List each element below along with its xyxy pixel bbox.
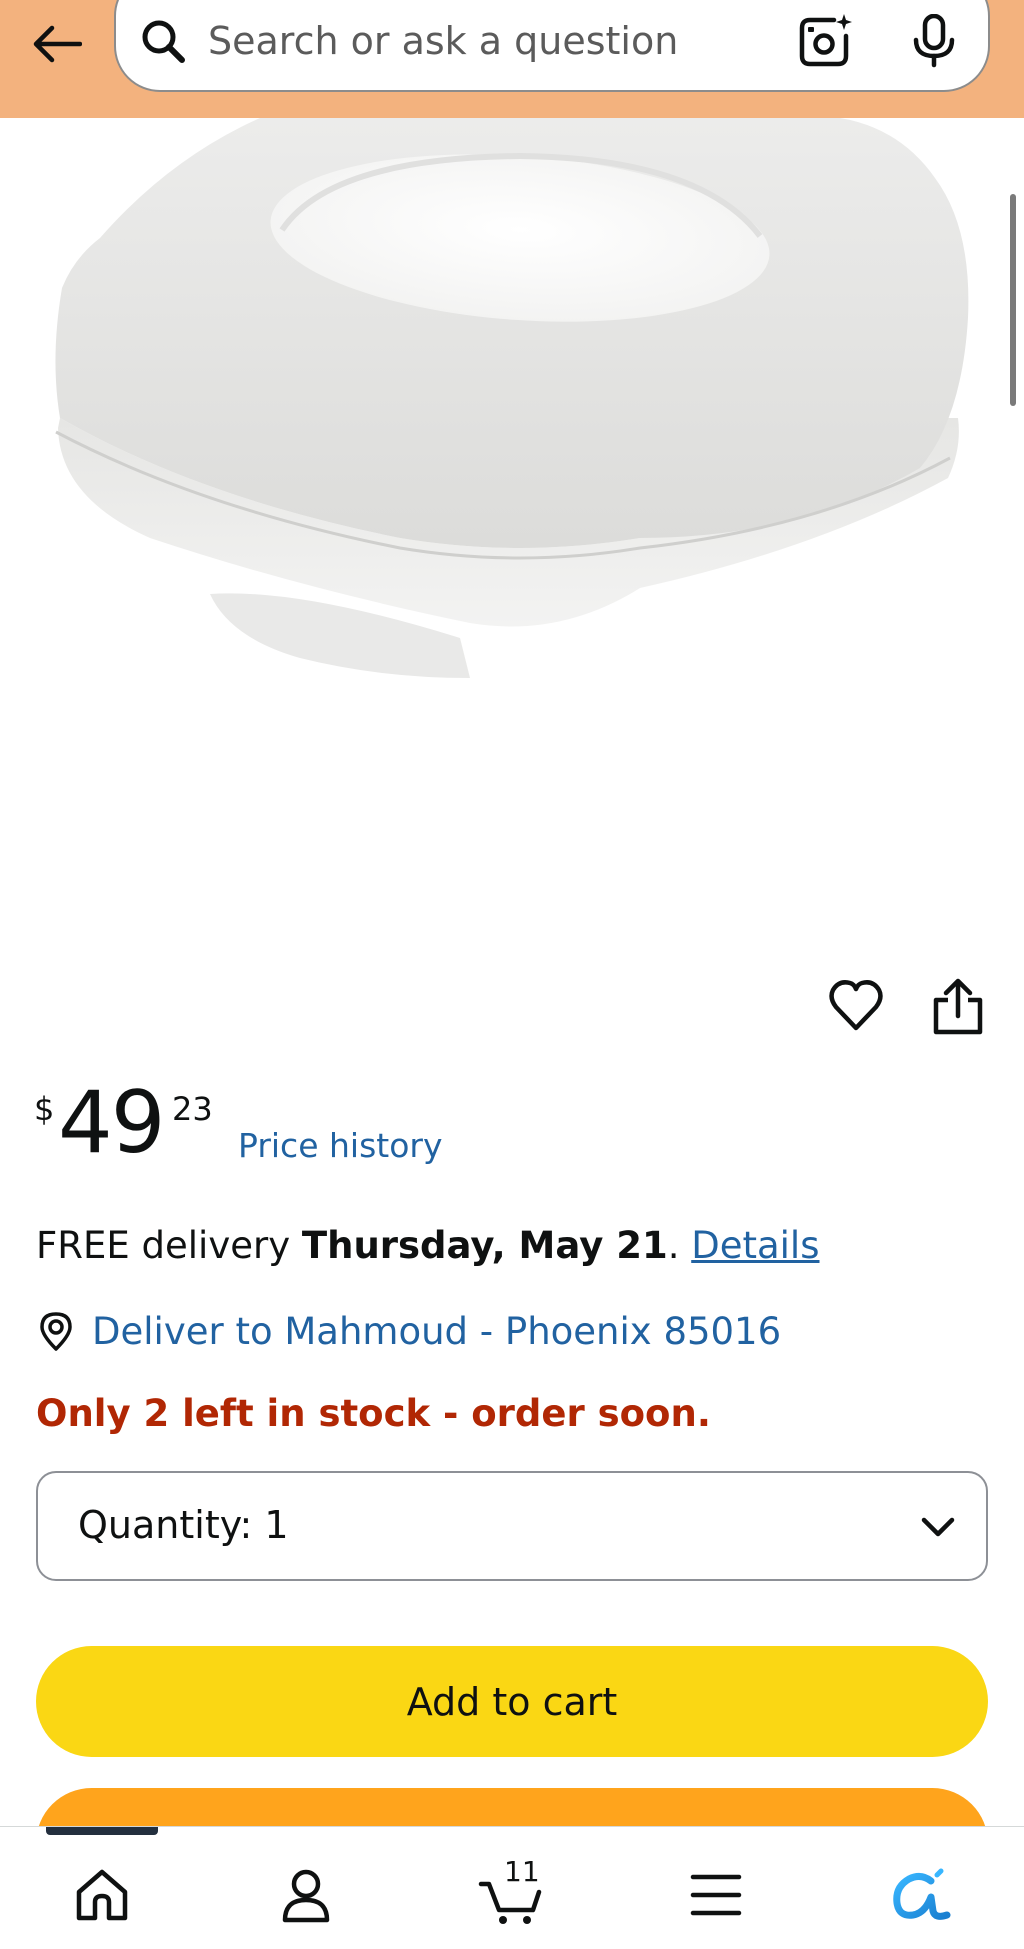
- delivery-details-link[interactable]: Details: [691, 1224, 819, 1267]
- add-to-cart-button[interactable]: Add to cart: [36, 1646, 988, 1757]
- price-whole: 49: [58, 1073, 165, 1173]
- search-bar[interactable]: [114, 0, 990, 92]
- delivery-prefix: FREE delivery: [36, 1224, 302, 1267]
- heart-icon[interactable]: [828, 978, 884, 1034]
- share-icon[interactable]: [928, 976, 988, 1036]
- search-icon: [142, 20, 185, 63]
- nav-account-button[interactable]: [266, 1855, 346, 1935]
- nav-rufus-button[interactable]: [882, 1855, 962, 1935]
- active-tab-indicator: [46, 1827, 158, 1835]
- microphone-icon[interactable]: [909, 14, 959, 68]
- product-image[interactable]: [0, 118, 1024, 718]
- price-currency-symbol: $: [34, 1090, 55, 1128]
- quantity-label-text: Quantity:: [78, 1503, 253, 1547]
- account-icon: [282, 1869, 330, 1923]
- menu-icon: [690, 1874, 742, 1916]
- quantity-label: Quantity: 1: [78, 1503, 289, 1547]
- back-button[interactable]: [26, 14, 86, 74]
- camera-lens-icon[interactable]: [796, 12, 854, 70]
- delivery-date: Thursday, May 21: [301, 1224, 668, 1267]
- back-arrow-icon: [33, 25, 82, 63]
- chevron-down-icon: [921, 1517, 955, 1537]
- quantity-value: 1: [264, 1503, 289, 1547]
- scrollbar[interactable]: [1010, 194, 1016, 406]
- price-history-link[interactable]: Price history: [238, 1126, 443, 1165]
- deliver-to-label: Deliver to Mahmoud - Phoenix 85016: [92, 1309, 782, 1353]
- rufus-icon: [893, 1868, 951, 1920]
- header: [0, 0, 1024, 118]
- deliver-to-location[interactable]: Deliver to Mahmoud - Phoenix 85016: [36, 1308, 781, 1354]
- delivery-info: FREE delivery Thursday, May 21. Details: [36, 1224, 820, 1267]
- price-fraction: 23: [172, 1090, 213, 1128]
- bottom-nav: 11: [0, 1826, 1024, 1949]
- quantity-dropdown[interactable]: Quantity: 1: [36, 1471, 988, 1581]
- location-pin-icon: [40, 1312, 72, 1351]
- stock-status: Only 2 left in stock - order soon.: [36, 1392, 711, 1435]
- home-icon: [76, 1869, 128, 1921]
- nav-home-button[interactable]: [62, 1855, 142, 1935]
- cart-count-badge: 11: [504, 1855, 540, 1888]
- nav-menu-button[interactable]: [676, 1855, 756, 1935]
- search-input[interactable]: [208, 16, 808, 66]
- delivery-separator: .: [667, 1224, 692, 1267]
- nav-cart-button[interactable]: 11: [470, 1855, 550, 1935]
